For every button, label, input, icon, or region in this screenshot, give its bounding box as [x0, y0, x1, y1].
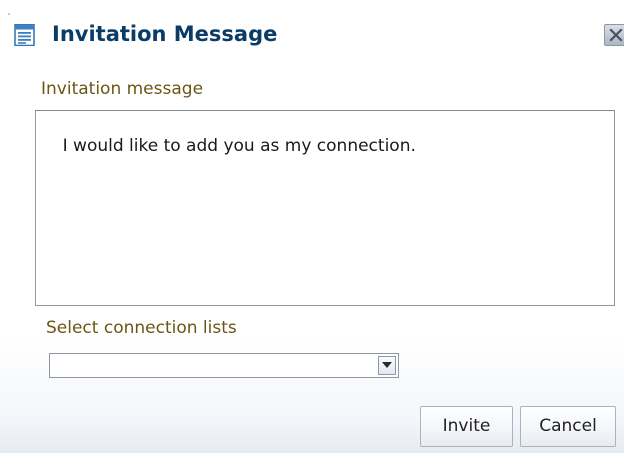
- invite-button[interactable]: Invite: [420, 406, 513, 447]
- invitation-dialog: Invitation Message Invitation message I …: [0, 0, 624, 453]
- invitation-message-text: I would like to add you as my connection…: [62, 136, 416, 156]
- dialog-title: Invitation Message: [52, 22, 278, 46]
- close-button[interactable]: [604, 24, 624, 46]
- dropdown-button[interactable]: [378, 356, 396, 375]
- connection-lists-select[interactable]: [49, 353, 399, 378]
- invitation-message-label: Invitation message: [41, 79, 204, 99]
- cancel-button[interactable]: Cancel: [520, 406, 616, 447]
- connection-lists-label: Select connection lists: [46, 318, 237, 338]
- invitation-message-textarea[interactable]: I would like to add you as my connection…: [35, 110, 615, 306]
- document-icon: [14, 23, 36, 47]
- corner-marker: [8, 13, 10, 15]
